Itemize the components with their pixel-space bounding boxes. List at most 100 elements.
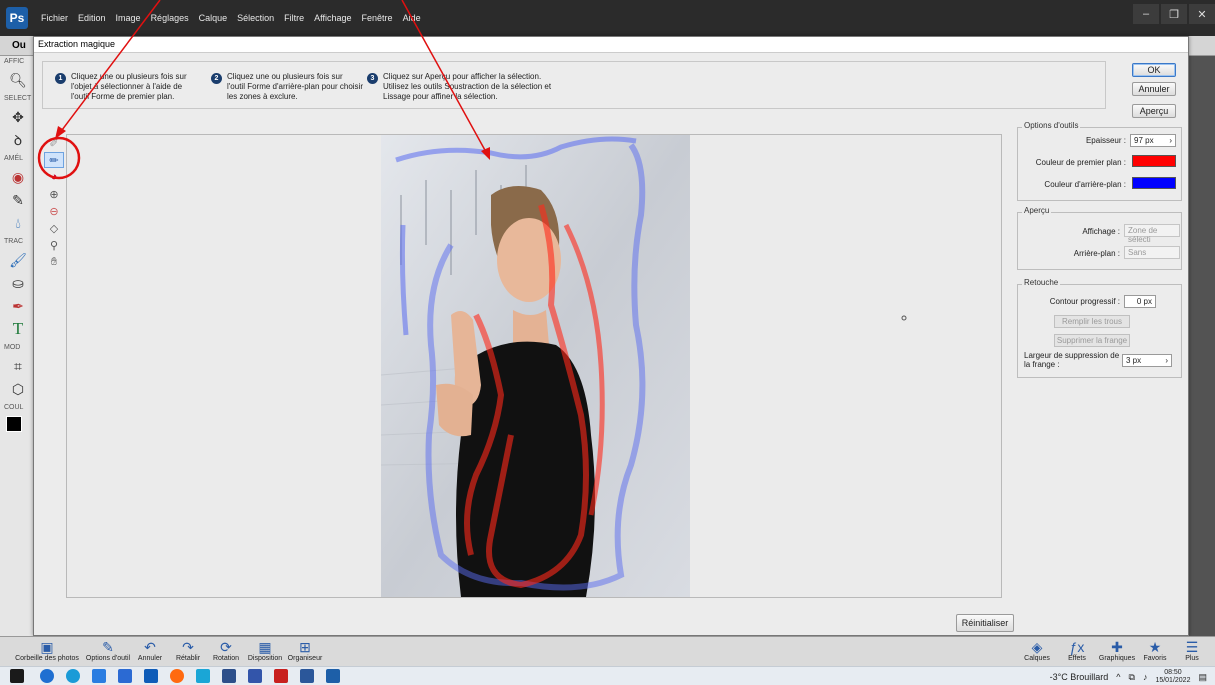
fill-holes-button[interactable]: Remplir les trous <box>1054 315 1130 328</box>
favorites-label: Favoris <box>1143 655 1167 662</box>
menu-filtre[interactable]: Filtre <box>279 13 309 23</box>
network-icon[interactable]: ⧉ <box>1129 672 1135 683</box>
ok-button[interactable]: OK <box>1132 63 1176 77</box>
magic-extractor-dialog: Extraction magique 1 Cliquez une ou plus… <box>33 36 1189 636</box>
layout-icon: ▦ <box>258 639 272 655</box>
close-button[interactable]: ✕ <box>1189 4 1215 24</box>
foreground-brush-tool-icon[interactable]: ✐ <box>44 135 64 151</box>
red-eye-tool-icon[interactable]: ◉ <box>6 167 30 187</box>
graphics-button[interactable]: ✚ Graphiques <box>1096 639 1138 662</box>
chevron-right-icon[interactable]: › <box>1169 136 1172 145</box>
tray-chevron-icon[interactable]: ^ <box>1116 672 1120 682</box>
menu-fenetre[interactable]: Fenêtre <box>357 13 398 23</box>
more-button[interactable]: ☰ Plus <box>1180 639 1204 662</box>
background-select[interactable]: Sans <box>1124 246 1180 259</box>
blur-tool-icon[interactable]: 💧︎ <box>6 213 30 233</box>
preview-button[interactable]: Aperçu <box>1132 104 1176 118</box>
bottom-toolbar: ▣ Corbeille des photos ✎ Options d'outil ↶… <box>0 636 1215 666</box>
zoom-icon[interactable]: ⚲ <box>44 237 64 253</box>
crop-tool-icon[interactable]: ⌗ <box>6 356 30 376</box>
menu-affichage[interactable]: Affichage <box>309 13 356 23</box>
weather-widget[interactable]: -3°C Brouillard <box>1050 672 1109 682</box>
mail-icon[interactable] <box>144 669 158 683</box>
photo-bin-label: Corbeille des photos <box>15 655 79 662</box>
menu-image[interactable]: Image <box>111 13 146 23</box>
retouch-title: Retouche <box>1022 278 1061 287</box>
edge-icon[interactable] <box>40 669 54 683</box>
add-to-selection-icon[interactable]: ⊕ <box>44 186 64 202</box>
zoom-tool-icon[interactable]: 🔍︎ <box>6 70 30 90</box>
menu-reglages[interactable]: Réglages <box>146 13 194 23</box>
tool-options-panel: Options d'outils Epaisseur : 97 px › Cou… <box>1017 121 1182 201</box>
minimize-button[interactable]: – <box>1133 4 1159 24</box>
clock[interactable]: 08:50 15/01/2022 <box>1155 669 1190 685</box>
recompose-tool-icon[interactable]: ⬡ <box>6 379 30 399</box>
feather-field[interactable]: 0 px <box>1124 295 1156 308</box>
fringe-width-field[interactable]: 3 px › <box>1122 354 1172 367</box>
color-swatches[interactable] <box>6 416 30 440</box>
rotate-button[interactable]: ⟳ Rotation <box>210 639 242 662</box>
menu-calque[interactable]: Calque <box>194 13 233 23</box>
undo-button[interactable]: ↶ Annuler <box>135 639 165 662</box>
eyedropper-icon[interactable]: ✒ <box>6 296 30 316</box>
document-tab-title[interactable]: Ou <box>12 40 26 51</box>
effects-button[interactable]: ƒx Effets <box>1062 639 1092 662</box>
start-icon[interactable] <box>10 669 24 683</box>
smoothing-brush-icon[interactable]: ◇ <box>44 220 64 236</box>
notifications-icon[interactable]: ▤ <box>1198 672 1207 683</box>
effects-icon: ƒx <box>1069 639 1085 655</box>
firefox-icon[interactable] <box>170 669 184 683</box>
system-tray: -3°C Brouillard ^ ⧉ ♪ 08:50 15/01/2022 ▤ <box>1050 669 1207 685</box>
thickness-field[interactable]: 97 px › <box>1130 134 1176 147</box>
step-2-line-2: l'outil Forme d'arrière-plan pour choisi… <box>227 82 363 91</box>
tool-options-button[interactable]: ✎ Options d'outil <box>80 639 136 662</box>
layers-button[interactable]: ◈ Calques <box>1022 639 1052 662</box>
menu-fichier[interactable]: Fichier <box>36 13 73 23</box>
tool-options-title: Options d'outils <box>1022 121 1081 130</box>
favorites-button[interactable]: ★ Favoris <box>1140 639 1170 662</box>
store-icon[interactable] <box>196 669 210 683</box>
remove-from-selection-icon[interactable]: ⊖ <box>44 203 64 219</box>
task-view-icon[interactable] <box>92 669 106 683</box>
display-label: Affichage : <box>1082 227 1120 236</box>
image-canvas[interactable] <box>66 134 1002 598</box>
organizer-button[interactable]: ⊞ Organiseur <box>285 639 325 662</box>
menu-selection[interactable]: Sélection <box>232 13 279 23</box>
move-tool-icon[interactable]: ✥ <box>6 107 30 127</box>
photo-preview[interactable] <box>381 135 690 597</box>
healing-brush-icon[interactable]: ✎ <box>6 190 30 210</box>
word-icon[interactable] <box>300 669 314 683</box>
redo-button[interactable]: ↷ Rétablir <box>172 639 204 662</box>
photos-icon[interactable] <box>222 669 236 683</box>
point-eraser-tool-icon[interactable]: ◕ <box>44 169 64 185</box>
restore-button[interactable]: ❐ <box>1161 4 1187 24</box>
photoshop-elements-taskbar-icon[interactable] <box>326 669 340 683</box>
cortana-icon[interactable] <box>66 669 80 683</box>
app-icon[interactable] <box>248 669 262 683</box>
fringe-width-label-line-2: la frange : <box>1024 360 1060 369</box>
foreground-color-swatch[interactable] <box>6 416 22 432</box>
toolbox-section-modify: MOD <box>4 344 21 351</box>
background-brush-tool-icon[interactable]: ✏ <box>44 152 64 168</box>
menu-edition[interactable]: Edition <box>73 13 111 23</box>
hand-tool-icon[interactable]: ✋︎ <box>44 254 64 270</box>
chevron-right-icon[interactable]: › <box>1165 356 1168 365</box>
remove-fringe-button[interactable]: Supprimer la frange <box>1054 334 1130 347</box>
reset-button[interactable]: Réinitialiser <box>956 614 1014 632</box>
layout-button[interactable]: ▦ Disposition <box>245 639 285 662</box>
foreground-color-swatch[interactable] <box>1132 155 1176 167</box>
display-select[interactable]: Zone de sélecti <box>1124 224 1180 244</box>
type-tool-icon[interactable]: T <box>6 319 30 339</box>
security-icon[interactable] <box>118 669 132 683</box>
background-color-swatch[interactable] <box>1132 177 1176 189</box>
brush-tool-icon[interactable]: 🖌︎ <box>6 250 30 270</box>
menu-aide[interactable]: Aide <box>398 13 426 23</box>
cancel-button[interactable]: Annuler <box>1132 82 1176 96</box>
volume-icon[interactable]: ♪ <box>1143 672 1148 682</box>
lasso-tool-icon[interactable]: ꝺ <box>6 130 30 150</box>
photo-bin-button[interactable]: ▣ Corbeille des photos <box>6 639 88 662</box>
layers-label: Calques <box>1024 655 1050 662</box>
paint-bucket-icon[interactable]: ⛀ <box>6 273 30 293</box>
shield-app-icon[interactable] <box>274 669 288 683</box>
display-select-value: Zone de sélecti <box>1128 226 1158 244</box>
